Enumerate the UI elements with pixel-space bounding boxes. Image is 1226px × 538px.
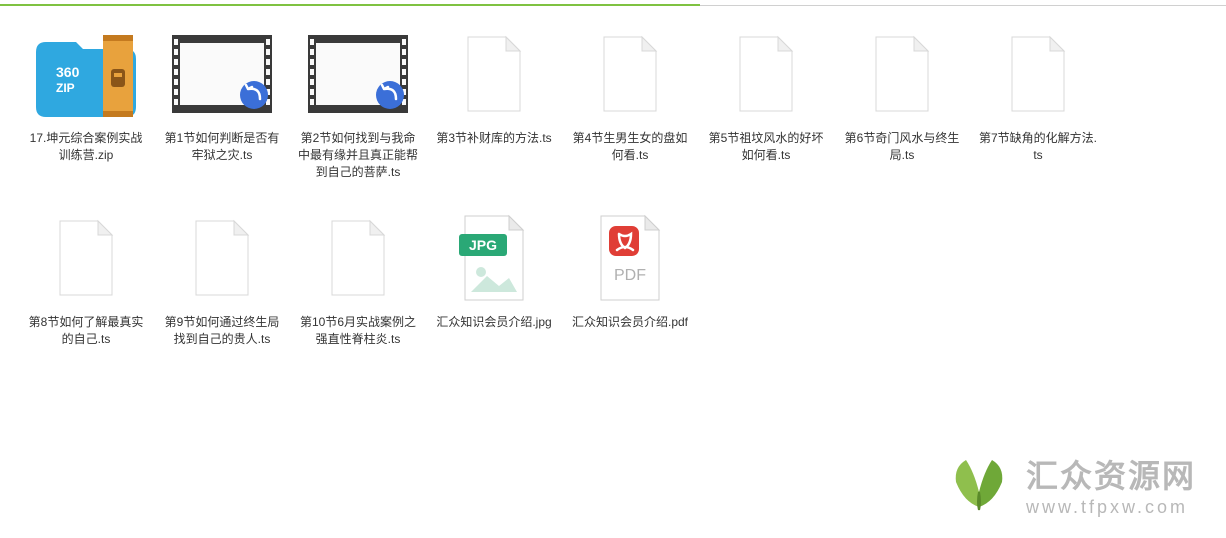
- pdf-icon: PDF: [570, 208, 690, 308]
- jpg-icon: JPG: [434, 208, 554, 308]
- file-name-label: 汇众知识会员介绍.pdf: [568, 314, 692, 331]
- toolbar-divider: [0, 0, 1226, 6]
- watermark: 汇众资源网 www.tfpxw.com: [944, 451, 1196, 518]
- zip360-icon: 360 ZIP: [26, 24, 146, 124]
- watermark-url: www.tfpxw.com: [1026, 497, 1188, 518]
- file-item[interactable]: 第3节补财库的方法.ts: [426, 20, 562, 184]
- file-name-label: 第3节补财库的方法.ts: [432, 130, 555, 147]
- file-item[interactable]: 第2节如何找到与我命中最有缘并且真正能帮到自己的菩萨.ts: [290, 20, 426, 184]
- blank-icon: [706, 24, 826, 124]
- file-item[interactable]: 第5节祖坟风水的好坏如何看.ts: [698, 20, 834, 184]
- svg-text:PDF: PDF: [614, 267, 646, 284]
- file-item[interactable]: PDF 汇众知识会员介绍.pdf: [562, 204, 698, 352]
- file-item[interactable]: 360 ZIP 17.坤元综合案例实战训练营.zip: [18, 20, 154, 184]
- file-name-label: 汇众知识会员介绍.jpg: [432, 314, 555, 331]
- leaf-logo-icon: [944, 452, 1014, 517]
- svg-text:360: 360: [56, 64, 80, 80]
- video-icon: [298, 24, 418, 124]
- file-name-label: 17.坤元综合案例实战训练营.zip: [22, 130, 150, 164]
- file-item[interactable]: 第4节生男生女的盘如何看.ts: [562, 20, 698, 184]
- blank-icon: [978, 24, 1098, 124]
- blank-icon: [298, 208, 418, 308]
- blank-icon: [842, 24, 962, 124]
- video-icon: [162, 24, 282, 124]
- file-name-label: 第8节如何了解最真实的自己.ts: [22, 314, 150, 348]
- file-item[interactable]: 第7节缺角的化解方法.ts: [970, 20, 1106, 184]
- file-name-label: 第1节如何判断是否有牢狱之灾.ts: [158, 130, 286, 164]
- blank-icon: [26, 208, 146, 308]
- file-name-label: 第2节如何找到与我命中最有缘并且真正能帮到自己的菩萨.ts: [294, 130, 422, 180]
- blank-icon: [434, 24, 554, 124]
- file-name-label: 第7节缺角的化解方法.ts: [974, 130, 1102, 164]
- file-item[interactable]: 第8节如何了解最真实的自己.ts: [18, 204, 154, 352]
- svg-text:JPG: JPG: [469, 237, 497, 253]
- blank-icon: [570, 24, 690, 124]
- file-item[interactable]: JPG 汇众知识会员介绍.jpg: [426, 204, 562, 352]
- svg-text:ZIP: ZIP: [56, 81, 75, 95]
- file-item[interactable]: 第1节如何判断是否有牢狱之灾.ts: [154, 20, 290, 184]
- file-grid: 360 ZIP 17.坤元综合案例实战训练营.zip 第1节如何判断是否有牢狱之…: [18, 20, 1226, 372]
- file-name-label: 第6节奇门风水与终生局.ts: [838, 130, 966, 164]
- file-name-label: 第9节如何通过终生局找到自己的贵人.ts: [158, 314, 286, 348]
- file-item[interactable]: 第10节6月实战案例之强直性脊柱炎.ts: [290, 204, 426, 352]
- watermark-title: 汇众资源网: [1026, 451, 1196, 497]
- file-item[interactable]: 第6节奇门风水与终生局.ts: [834, 20, 970, 184]
- blank-icon: [162, 208, 282, 308]
- file-name-label: 第10节6月实战案例之强直性脊柱炎.ts: [294, 314, 422, 348]
- file-name-label: 第4节生男生女的盘如何看.ts: [566, 130, 694, 164]
- file-item[interactable]: 第9节如何通过终生局找到自己的贵人.ts: [154, 204, 290, 352]
- file-name-label: 第5节祖坟风水的好坏如何看.ts: [702, 130, 830, 164]
